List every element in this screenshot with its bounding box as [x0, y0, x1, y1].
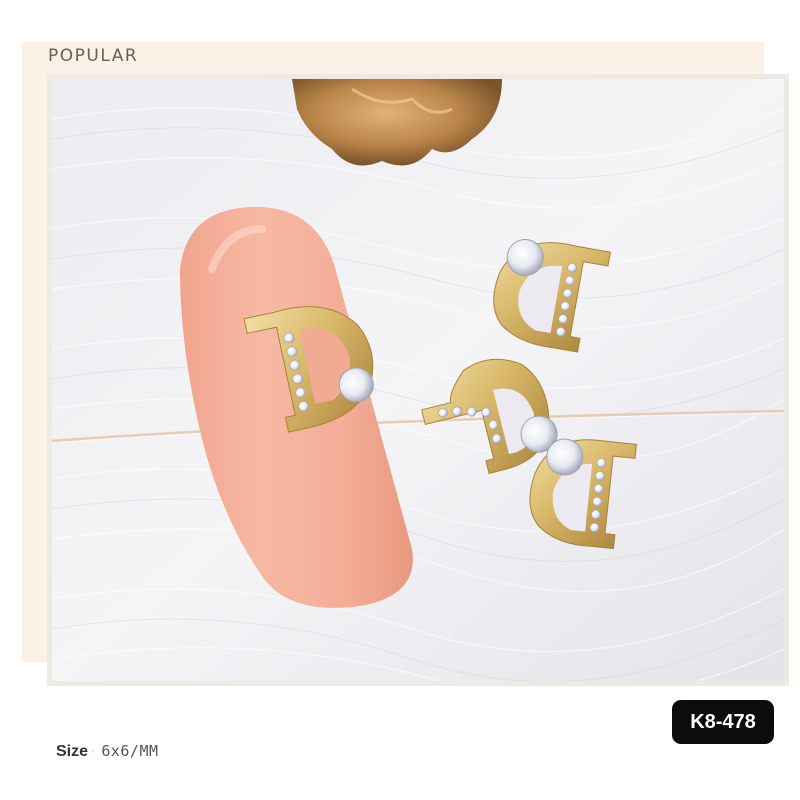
- size-label: Size: [56, 743, 89, 760]
- size-value: 6x6/MM: [101, 742, 159, 760]
- size-separator: ·: [90, 743, 96, 760]
- feather-background: [52, 79, 784, 681]
- size-spec: Size · 6x6/MM: [56, 742, 159, 761]
- product-code-badge: K8-478: [672, 700, 774, 744]
- banner-label: POPULAR: [48, 46, 139, 66]
- product-photo: [52, 79, 784, 681]
